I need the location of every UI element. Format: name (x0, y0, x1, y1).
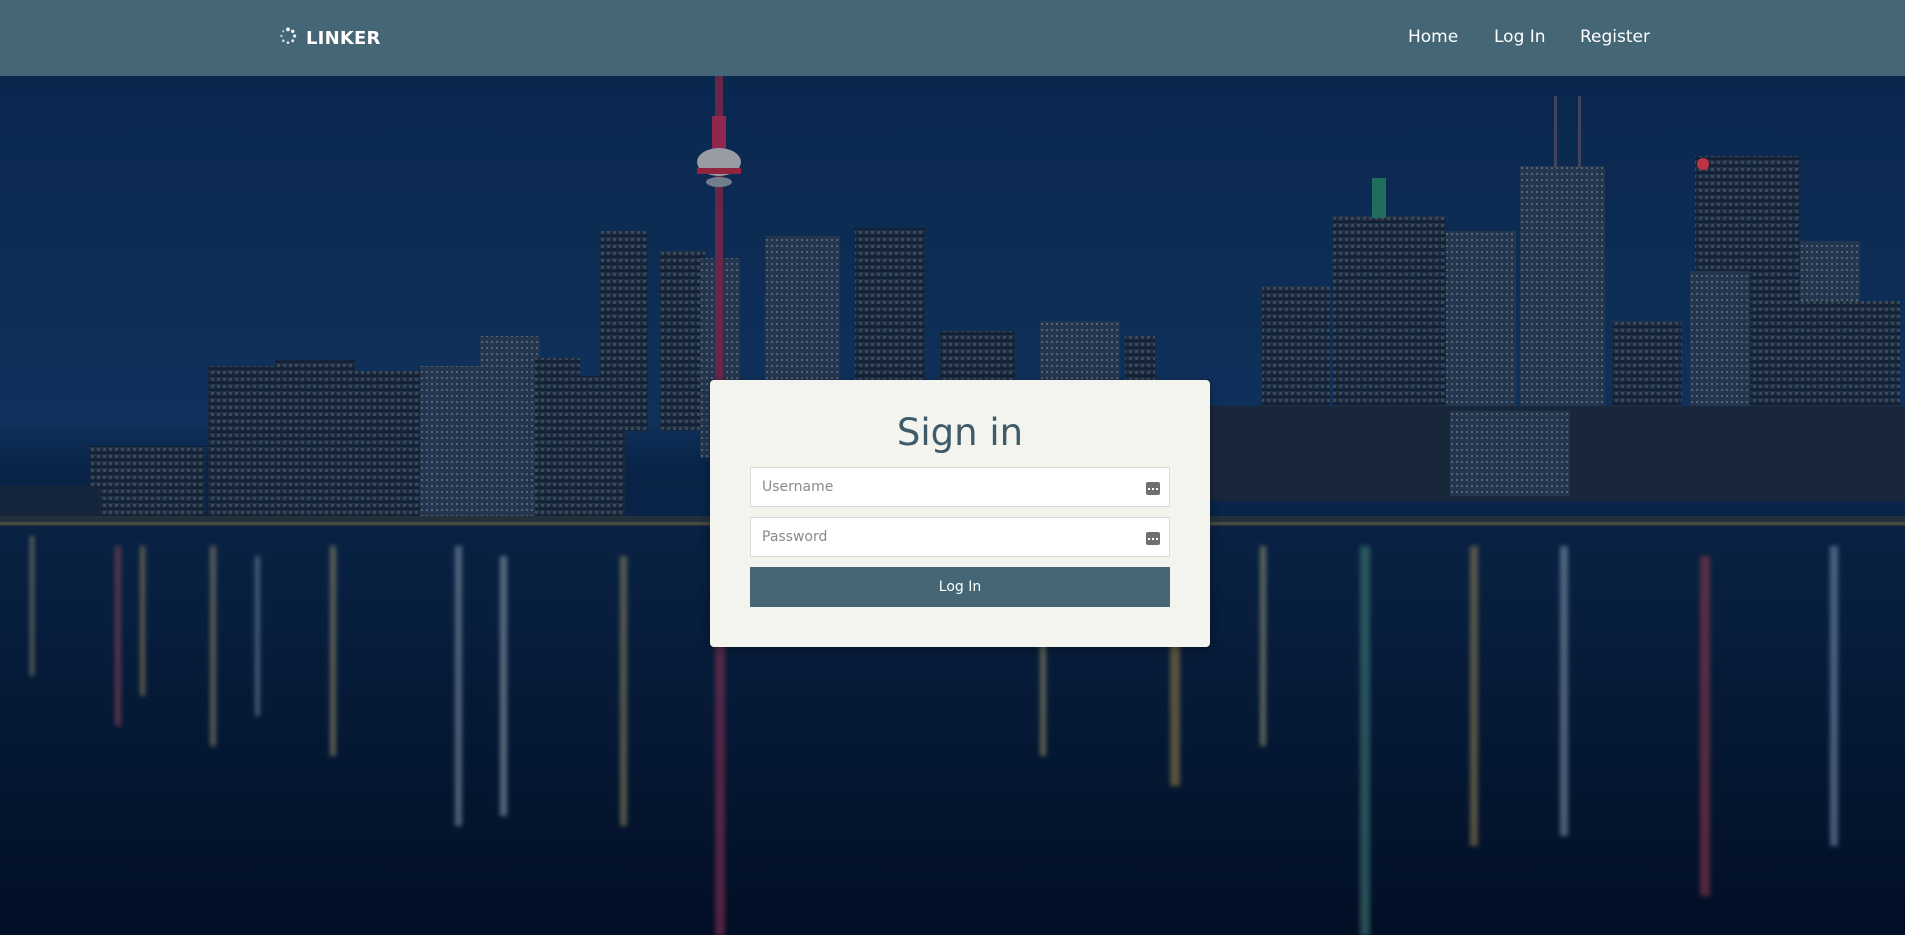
nav-link-register[interactable]: Register (1580, 27, 1650, 47)
password-field (750, 517, 1170, 557)
brand-link[interactable]: LINKER (279, 25, 381, 51)
username-input[interactable] (751, 468, 1169, 506)
top-navbar: LINKER Home Log In Register (0, 0, 1905, 76)
spinner-icon (279, 27, 297, 49)
nav-link-home[interactable]: Home (1408, 27, 1458, 47)
credentials-icon[interactable] (1146, 530, 1160, 549)
signin-card: Sign in Log In (710, 380, 1210, 647)
signin-title: Sign in (896, 411, 1024, 454)
password-input[interactable] (751, 518, 1169, 556)
brand-name: LINKER (306, 27, 381, 49)
login-button[interactable]: Log In (750, 567, 1170, 607)
nav-link-login[interactable]: Log In (1494, 27, 1546, 47)
credentials-icon[interactable] (1146, 480, 1160, 499)
username-field (750, 467, 1170, 507)
